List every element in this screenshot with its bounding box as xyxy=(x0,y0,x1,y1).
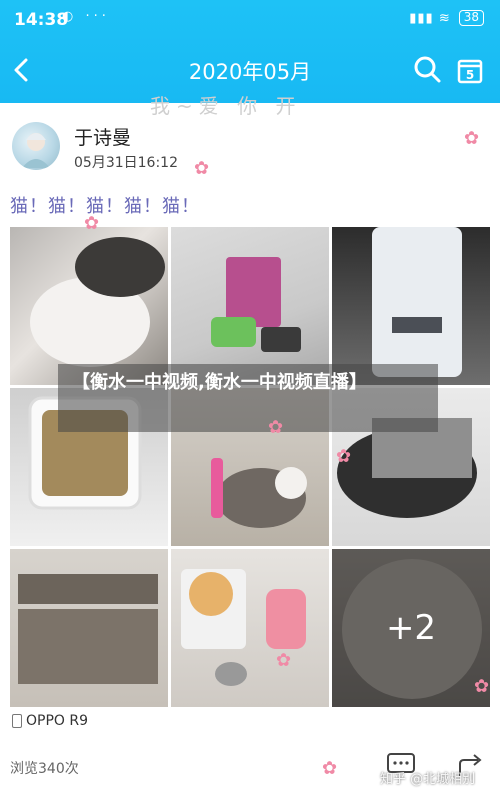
flower-decoration: ✿ xyxy=(268,417,284,438)
photo-grid: +2 xyxy=(10,227,490,707)
search-button[interactable] xyxy=(412,54,442,84)
photo-cat-treats[interactable] xyxy=(171,227,329,385)
top-app-bar: 14:38 ◐ ··· ▮▮▮ ≋ 38 2020年05月 5 xyxy=(0,0,500,103)
phone-icon xyxy=(12,714,22,728)
litter-bag-graphic xyxy=(372,227,462,377)
overlay-title-banner: 【衡水一中视频,衡水一中视频直播】 xyxy=(58,364,438,432)
flower-decoration: ✿ xyxy=(464,128,480,149)
calendar-icon: 5 xyxy=(457,59,483,84)
avatar[interactable] xyxy=(12,122,60,170)
calendar-button[interactable]: 5 xyxy=(456,56,484,84)
flower-decoration: ✿ xyxy=(276,650,292,671)
avatar-image xyxy=(22,133,50,168)
status-bar: 14:38 ◐ ··· ▮▮▮ ≋ 38 xyxy=(0,0,500,38)
photo-scratch-board[interactable] xyxy=(10,549,168,707)
flower-decoration: ✿ xyxy=(322,758,338,779)
photo-cat-toy[interactable]: +2 xyxy=(332,549,490,707)
watermark: 知乎 @北城相别 xyxy=(380,772,476,787)
treats-photo-graphic xyxy=(211,257,301,352)
post-date: 05月31日16:12 xyxy=(74,155,178,171)
header-scribble: 我~爱 你 开 xyxy=(150,94,302,118)
username[interactable]: 于诗曼 xyxy=(74,123,131,150)
search-icon xyxy=(414,56,441,83)
food-bowls-graphic xyxy=(181,569,306,686)
post-text: 猫！猫！猫！猫！猫！ xyxy=(10,196,200,217)
flower-decoration: ✿ xyxy=(194,158,210,179)
flower-decoration: ✿ xyxy=(474,676,490,697)
battery-icon: 38 xyxy=(458,10,484,26)
calendar-day: 5 xyxy=(466,68,474,82)
flower-decoration: ✿ xyxy=(84,213,100,234)
photo-food-bowls[interactable] xyxy=(171,549,329,707)
more-photos-overlay[interactable]: +2 xyxy=(332,549,490,707)
status-right-group: ▮▮▮ ≋ 38 xyxy=(409,10,484,26)
nav-row: 2020年05月 5 xyxy=(0,48,500,92)
device-name: OPPO R9 xyxy=(26,713,89,729)
status-time: 14:38 xyxy=(14,10,69,30)
device-info: OPPO R9 xyxy=(12,713,88,729)
view-count: 浏览340次 xyxy=(10,761,79,777)
status-notification-icons: ◐ ··· xyxy=(62,9,110,24)
photo-litter-bag[interactable] xyxy=(332,227,490,385)
flower-decoration: ✿ xyxy=(336,446,352,467)
signal-wifi-icon: ▮▮▮ ≋ xyxy=(409,10,451,26)
cat-photo-graphic xyxy=(30,237,165,367)
scratch-board-graphic xyxy=(18,574,158,684)
photo-cat-lying[interactable] xyxy=(10,227,168,385)
